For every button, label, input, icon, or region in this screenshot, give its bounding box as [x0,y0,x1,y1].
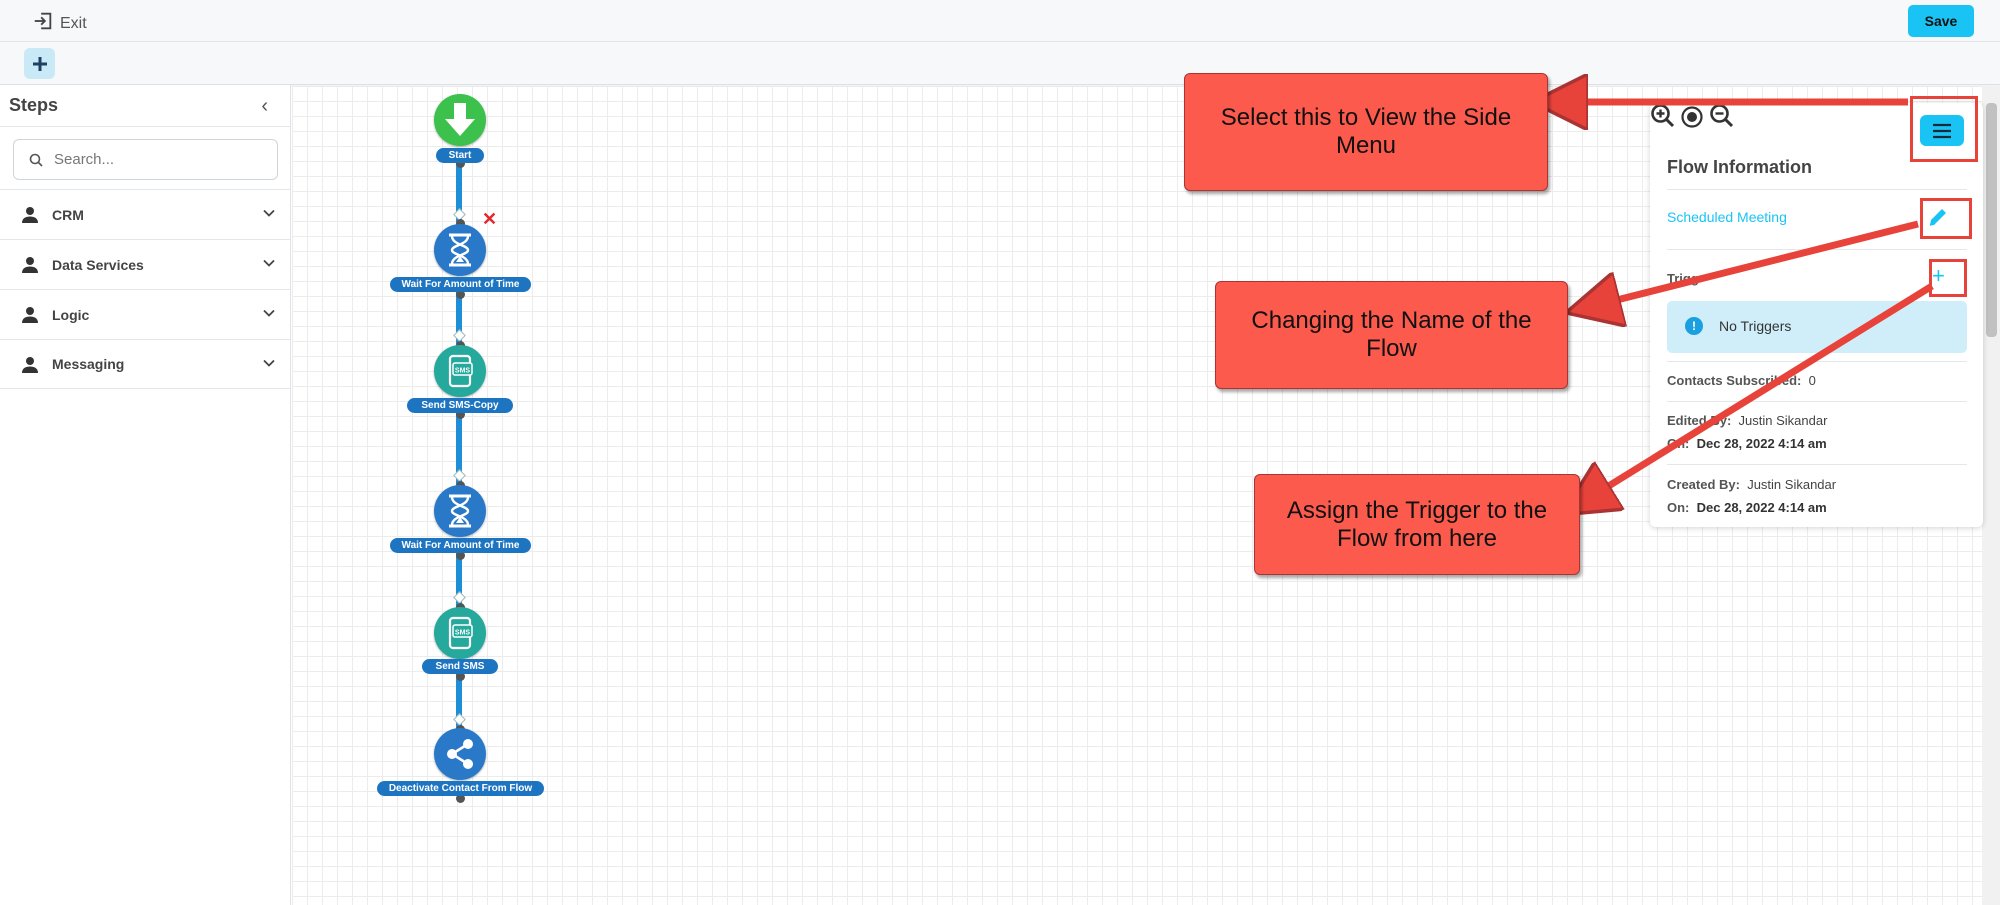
top-bar: Exit Save [0,0,2000,42]
no-triggers-alert: ! No Triggers [1667,301,1967,353]
divider [1667,401,1967,402]
highlight-box [1910,96,1978,162]
collapse-sidebar-icon[interactable]: ‹ [261,96,268,116]
panel-title: Flow Information [1667,157,1812,177]
hourglass-icon [449,233,471,267]
divider [1667,361,1967,362]
annotation-assign-trigger: Assign the Trigger to the Flow from here [1254,474,1580,575]
plus-icon [32,56,47,71]
flow-node-label: Send SMS [422,659,498,674]
created-on-label: On: [1667,500,1690,515]
flow-node-label: Start [436,148,484,163]
person-icon [22,357,38,373]
save-button[interactable]: Save [1908,5,1974,37]
created-by-label: Created By: [1667,477,1740,492]
flow-name-link[interactable]: Scheduled Meeting [1667,209,1787,225]
divider [1667,189,1967,190]
info-icon: ! [1685,317,1703,335]
annotation-side-menu: Select this to View the Side Menu [1184,73,1548,191]
edited-by-value: Justin Sikandar [1738,413,1828,428]
contacts-subscribed-label: Contacts Subscribed: [1667,373,1802,388]
chevron-down-icon [263,259,275,267]
edited-on-label: On: [1667,436,1690,451]
person-icon [22,307,38,323]
download-arrow-icon [445,103,475,136]
search-box[interactable] [13,139,278,180]
no-triggers-text: No Triggers [1719,318,1792,334]
search-icon [29,153,43,167]
contacts-subscribed: Contacts Subscribed: 0 [1667,373,1816,388]
created-by: Created By: Justin Sikandar [1667,477,1836,492]
flow-node-send-sms-copy[interactable]: SMS [434,345,486,397]
flow-node-wait[interactable] [434,485,486,537]
scrollbar-thumb[interactable] [1986,103,1997,337]
annotation-change-name: Changing the Name of the Flow [1215,281,1568,389]
category-data-services[interactable]: Data Services [0,239,290,289]
chevron-down-icon [263,209,275,217]
category-label: Logic [52,306,90,323]
svg-text:SMS: SMS [455,630,471,637]
category-label: Data Services [52,256,144,273]
category-label: Messaging [52,356,125,372]
search-input[interactable] [54,151,264,168]
edited-by-label: Edited By: [1667,413,1732,428]
step-categories: CRM Data Services Logic Messaging [0,189,290,389]
flow-node-label: Send SMS-Copy [407,398,513,413]
person-icon [22,257,38,273]
contacts-subscribed-value: 0 [1808,373,1816,388]
edited-by: Edited By: Justin Sikandar [1667,413,1827,428]
category-label: CRM [52,206,84,223]
flow-node-start[interactable] [434,94,486,146]
steps-sidebar: Steps ‹ CRM Data Services Logic Messagin… [0,85,291,905]
exit-label: Exit [60,14,87,32]
flow-node-deactivate-contact[interactable] [434,728,486,780]
created-by-value: Justin Sikandar [1747,477,1837,492]
category-messaging[interactable]: Messaging [0,339,290,389]
sidebar-title: Steps [9,95,59,115]
share-icon [447,739,473,769]
flow-node-wait[interactable] [434,224,486,276]
delete-node-icon[interactable]: ✕ [482,209,497,230]
chevron-down-icon [263,359,275,367]
category-crm[interactable]: CRM [0,189,290,239]
created-on-value: Dec 28, 2022 4:14 am [1696,500,1827,515]
edited-on-value: Dec 28, 2022 4:14 am [1696,436,1827,451]
zoom-out-icon[interactable] [1709,103,1735,129]
zoom-in-icon[interactable] [1650,103,1676,129]
sms-phone-icon: SMS [448,354,473,388]
created-on: On: Dec 28, 2022 4:14 am [1667,500,1827,515]
flow-node-label: Wait For Amount of Time [390,277,531,292]
edited-on: On: Dec 28, 2022 4:14 am [1667,436,1827,451]
sidebar-header: Steps ‹ [0,85,290,127]
svg-text:SMS: SMS [455,368,471,375]
sms-phone-icon: SMS [448,616,473,650]
toolbar [0,42,2000,85]
person-icon [22,207,38,223]
divider [1667,464,1967,465]
flow-node-send-sms[interactable]: SMS [434,607,486,659]
flow-information-panel: Flow Information Scheduled Meeting Trigg… [1650,103,1983,527]
highlight-box [1920,198,1972,239]
highlight-box [1929,259,1967,297]
flow-node-label: Deactivate Contact From Flow [377,781,544,796]
flow-node-label: Wait For Amount of Time [390,538,531,553]
reset-zoom-icon[interactable] [1680,105,1704,129]
add-step-button[interactable] [24,48,55,79]
chevron-down-icon [263,309,275,317]
hourglass-icon [449,494,471,528]
exit-icon [32,10,54,37]
category-logic[interactable]: Logic [0,289,290,339]
triggers-label: Trigg [1667,271,1699,286]
exit-button[interactable]: Exit [32,10,87,37]
divider [1667,249,1967,250]
